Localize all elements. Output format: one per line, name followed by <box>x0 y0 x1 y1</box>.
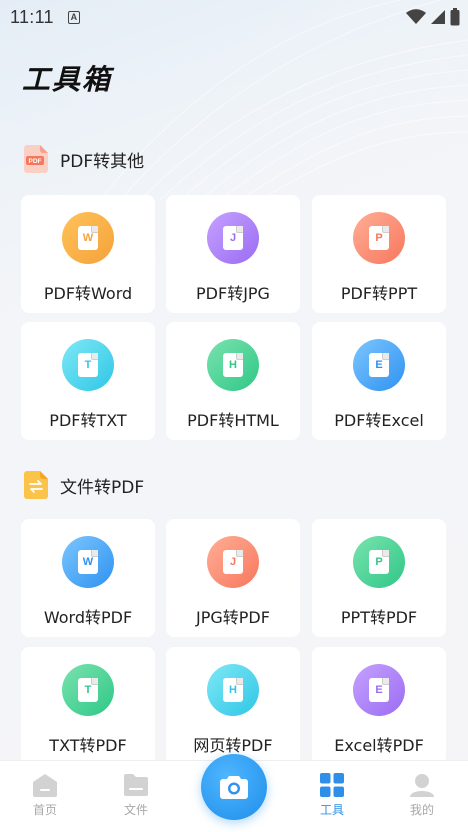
tab-home[interactable]: 首页 <box>15 773 75 818</box>
document-icon: P <box>369 226 389 250</box>
tool-card-1-3[interactable]: T TXT转PDF <box>21 647 155 765</box>
document-icon: P <box>369 550 389 574</box>
camera-button[interactable] <box>201 754 267 820</box>
notification-icon: A <box>67 10 80 24</box>
wifi-icon <box>406 9 426 24</box>
page-title: 工具箱 <box>22 63 113 96</box>
tool-card-0-2[interactable]: P PDF转PPT <box>312 195 446 313</box>
document-letter: E <box>375 359 383 371</box>
tab-files-label: 文件 <box>123 803 148 817</box>
signal-icon <box>431 10 445 24</box>
tool-card-0-3[interactable]: T PDF转TXT <box>21 322 155 440</box>
tool-icon: T <box>62 339 114 391</box>
section-title: PDF转其他 <box>60 151 145 172</box>
battery-icon <box>450 8 460 26</box>
tool-label: PDF转HTML <box>187 411 279 430</box>
folder-icon <box>124 774 148 796</box>
document-icon: J <box>223 226 243 250</box>
document-letter: H <box>229 684 237 696</box>
tool-label: PDF转Word <box>43 284 133 303</box>
tab-tools[interactable]: 工具 <box>302 773 362 818</box>
document-letter: P <box>375 232 383 244</box>
tool-icon: H <box>207 339 259 391</box>
tool-card-1-1[interactable]: J JPG转PDF <box>166 519 300 637</box>
tool-label: PDF转PPT <box>340 284 418 303</box>
tool-label: PDF转TXT <box>49 411 127 430</box>
tool-icon: E <box>353 339 405 391</box>
document-icon: E <box>369 678 389 702</box>
status-indicators <box>406 8 460 26</box>
document-icon: W <box>78 550 98 574</box>
tool-card-1-5[interactable]: E Excel转PDF <box>312 647 446 765</box>
document-letter: J <box>229 232 237 244</box>
tool-icon: W <box>62 212 114 264</box>
tool-label: PPT转PDF <box>340 608 418 627</box>
tool-icon: W <box>62 536 114 588</box>
tab-tools-label: 工具 <box>319 803 344 817</box>
tool-card-0-4[interactable]: H PDF转HTML <box>166 322 300 440</box>
document-letter: W <box>82 556 94 568</box>
tab-home-label: 首页 <box>32 803 57 817</box>
convert-file-icon <box>24 471 48 499</box>
document-letter: T <box>84 359 92 371</box>
document-letter: P <box>375 556 383 568</box>
tool-icon: J <box>207 536 259 588</box>
svg-text:PDF: PDF <box>29 158 42 165</box>
home-icon <box>33 774 57 797</box>
section-title: 文件转PDF <box>60 477 145 498</box>
document-icon: J <box>223 550 243 574</box>
tool-icon: P <box>353 212 405 264</box>
tool-card-0-5[interactable]: E PDF转Excel <box>312 322 446 440</box>
tool-label: TXT转PDF <box>49 736 127 755</box>
document-icon: T <box>78 678 98 702</box>
tool-icon: H <box>207 664 259 716</box>
tool-label: Excel转PDF <box>334 736 424 755</box>
tool-icon: P <box>353 536 405 588</box>
document-letter: W <box>82 232 94 244</box>
tool-card-0-1[interactable]: J PDF转JPG <box>166 195 300 313</box>
tool-label: 网页转PDF <box>193 736 273 755</box>
tool-card-1-2[interactable]: P PPT转PDF <box>312 519 446 637</box>
tab-files[interactable]: 文件 <box>106 773 166 818</box>
document-letter: H <box>229 359 237 371</box>
document-icon: H <box>223 353 243 377</box>
document-icon: E <box>369 353 389 377</box>
tool-label: JPG转PDF <box>196 608 270 627</box>
tool-card-1-4[interactable]: H 网页转PDF <box>166 647 300 765</box>
camera-icon <box>220 776 248 799</box>
status-bar: 11:11 A <box>0 0 468 34</box>
document-letter: J <box>229 556 237 568</box>
document-icon: T <box>78 353 98 377</box>
tool-label: PDF转JPG <box>196 284 270 303</box>
tool-card-0-0[interactable]: W PDF转Word <box>21 195 155 313</box>
tab-mine[interactable]: 我的 <box>392 773 452 818</box>
tool-label: Word转PDF <box>43 608 133 627</box>
section-header-pdf-to-other: PDF PDF转其他 <box>24 145 144 173</box>
document-letter: T <box>84 684 92 696</box>
profile-icon <box>410 774 434 797</box>
grid-icon <box>320 773 344 797</box>
tab-mine-label: 我的 <box>409 803 434 817</box>
pdf-file-icon: PDF <box>24 145 48 173</box>
tool-icon: J <box>207 212 259 264</box>
status-time: 11:11 <box>10 6 54 27</box>
tool-icon: T <box>62 664 114 716</box>
tool-label: PDF转Excel <box>334 411 424 430</box>
tool-icon: E <box>353 664 405 716</box>
document-icon: H <box>223 678 243 702</box>
section-header-file-to-pdf: 文件转PDF <box>24 471 144 499</box>
document-letter: E <box>375 684 383 696</box>
tool-card-1-0[interactable]: W Word转PDF <box>21 519 155 637</box>
document-icon: W <box>78 226 98 250</box>
